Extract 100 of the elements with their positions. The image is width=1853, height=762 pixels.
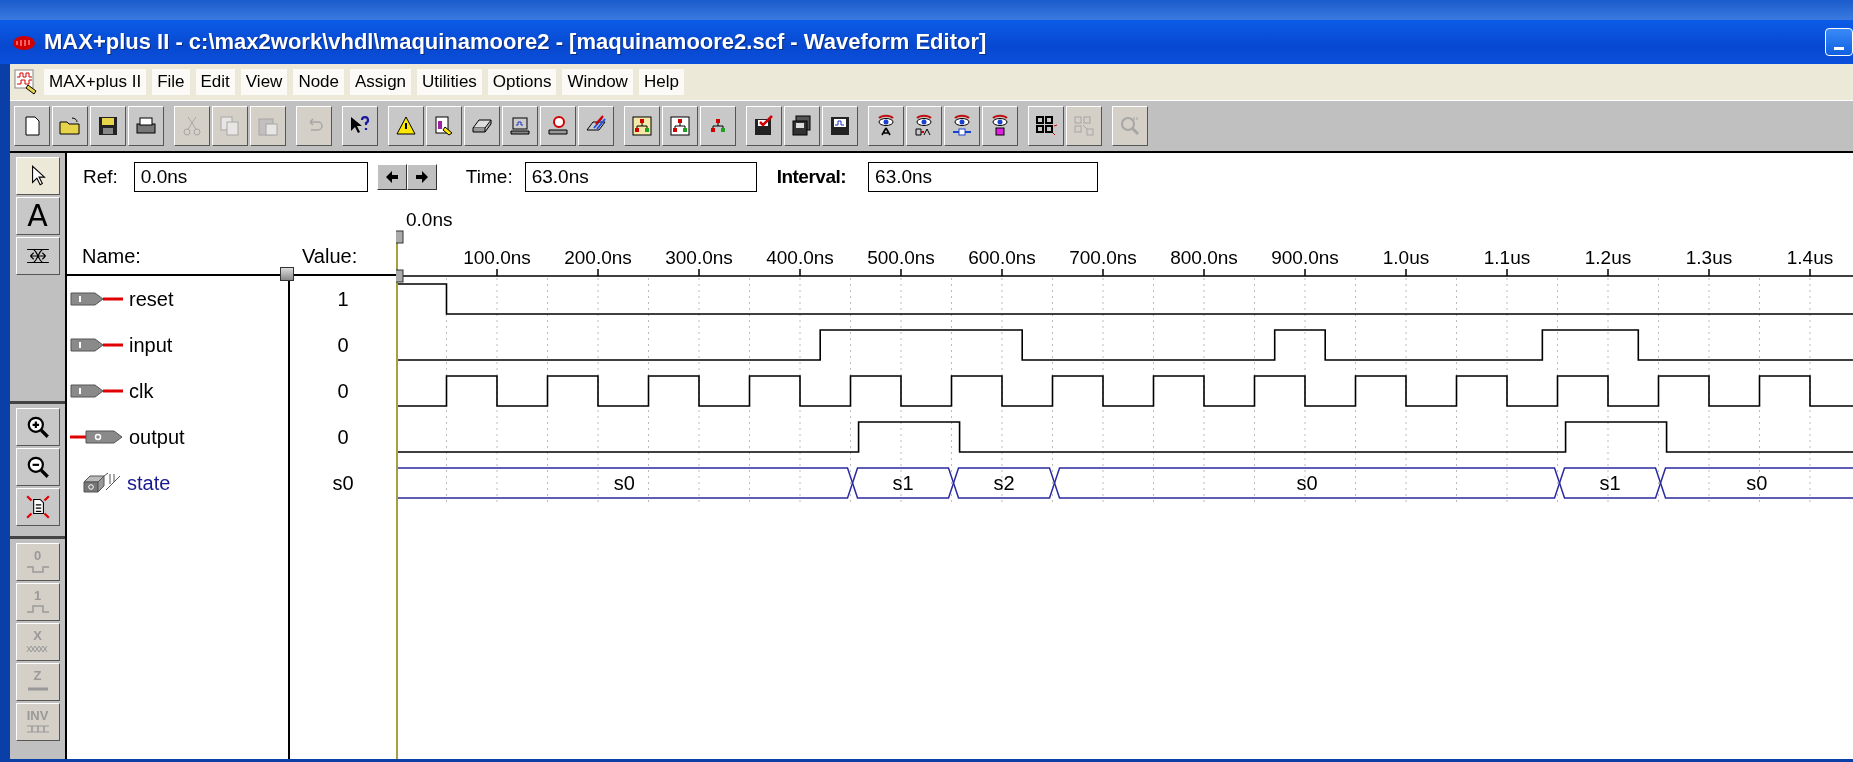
low-level-icon [25,563,50,575]
signal-name[interactable]: clk [129,379,154,403]
magnifier-icon [1118,114,1142,138]
monitor-icon [508,114,532,138]
signal-value: 1 [337,287,349,311]
time-tick-label: 600.0ns [968,247,1036,268]
interval-field[interactable]: 63.0ns [868,162,1099,192]
bus-value: s1 [892,472,914,494]
window-title: MAX+plus II - c:\max2work\vhdl\maquinamoore2 - [maquinamoore2.scf - Waveform Editor] [44,29,988,55]
toolbar-button[interactable] [128,106,164,146]
toolbar-button[interactable] [662,106,698,146]
snap-button[interactable] [15,237,60,275]
time-tick-label: 300.0ns [665,247,733,268]
column-resize-handle[interactable] [280,267,294,281]
zoom-out-button[interactable] [15,448,60,486]
previous-button[interactable] [376,164,407,190]
bus-value: s2 [993,472,1015,494]
time-tick-label: 700.0ns [1069,247,1137,268]
toolbar-button[interactable] [342,106,378,146]
bus-value: s1 [1599,472,1621,494]
hierarchy-icon [668,114,692,138]
menu-item[interactable]: Window [562,69,633,95]
menu-item[interactable]: Options [487,69,557,95]
toolbar-button[interactable] [426,106,462,146]
time-cursor[interactable] [396,230,404,759]
grid-arrow-icon [1072,114,1096,138]
toolbar-button[interactable] [700,106,736,146]
high-level-icon [25,603,50,615]
time-tick-label: 500.0ns [867,247,935,268]
time-tick-label: 1.0us [1382,247,1430,268]
menu-item[interactable]: Utilities [417,69,482,95]
toolbar-button[interactable] [90,106,126,146]
ref-field[interactable]: 0.0ns [133,162,368,192]
warning-triangle-icon [394,114,418,138]
signal-name[interactable]: output [129,425,185,449]
toolbar-button[interactable] [388,106,424,146]
left-arrow-icon [384,170,399,184]
time-tick-label: 1.3us [1685,247,1733,268]
zoom-in-button[interactable] [15,408,60,446]
toolbar-button[interactable] [982,106,1018,146]
next-button[interactable] [406,164,437,190]
toolbar-button[interactable] [624,106,660,146]
bus-value: s0 [613,472,635,494]
fit-button[interactable] [15,488,60,526]
ref-label: Ref: [83,166,118,188]
menu-item[interactable]: Help [638,69,684,95]
floppy-check-icon [752,114,776,138]
floppy-wave-icon [828,114,852,138]
menu-item[interactable]: View [240,69,288,95]
toolbar-button[interactable] [578,106,614,146]
toolbar-button[interactable] [52,106,88,146]
toolbar-button[interactable] [822,106,858,146]
signal-name[interactable]: input [129,333,173,357]
signal-name[interactable]: state [127,471,171,495]
menu-item[interactable]: Node [293,69,344,95]
time-tick-label: 1.1us [1483,247,1531,268]
toolbar-button[interactable] [464,106,500,146]
value-column-header: Value: [301,245,358,268]
text-tool-button[interactable]: A [15,197,60,235]
menu-item[interactable]: Assign [350,69,412,95]
signal-value: 0 [337,379,349,403]
time-tick-label: 900.0ns [1271,247,1339,268]
toolbar-button[interactable] [784,106,820,146]
input-pin-icon [70,337,124,353]
signal-name[interactable]: reset [129,287,174,311]
time-field[interactable]: 63.0ns [524,162,757,192]
menu-item[interactable]: MAX+plus II [44,69,147,95]
folder-icon [58,114,82,138]
bus-pin-icon [82,472,122,494]
interval-label: Interval: [776,166,847,188]
toolbar-button[interactable] [14,106,50,146]
time-tick-label: 100.0ns [463,247,531,268]
time-tick-label: 200.0ns [564,247,632,268]
toolbar-button[interactable] [1028,106,1064,146]
toolbar-button[interactable] [906,106,942,146]
input-pin-icon [70,383,124,399]
toolbar-button[interactable] [944,106,980,146]
fit-page-icon [24,494,51,520]
menu-item[interactable]: File [152,69,190,95]
bus-value: s0 [1296,472,1318,494]
menu-item[interactable]: Edit [195,69,235,95]
cursor-time-label: 0.0ns [406,209,453,230]
signal-value: 0 [337,425,349,449]
scissors-icon [180,114,204,138]
signal-value: 0 [337,333,349,357]
toolbar-button[interactable] [746,106,782,146]
unknown-level-icon [25,643,50,655]
toolbar-button[interactable] [868,106,904,146]
name-column-header: Name: [81,245,142,268]
signal-value: s0 [332,471,354,495]
output-pin-icon [70,429,124,445]
toolbar-button[interactable] [502,106,538,146]
minimize-button[interactable] [1825,28,1853,56]
bus-value: s0 [1746,472,1768,494]
hierarchy-folder-icon [630,114,654,138]
app-logo-icon [12,33,36,51]
toolbar-button[interactable] [540,106,576,146]
pointer-button[interactable] [15,157,60,195]
input-pin-icon [70,291,124,307]
time-label: Time: [465,166,513,188]
